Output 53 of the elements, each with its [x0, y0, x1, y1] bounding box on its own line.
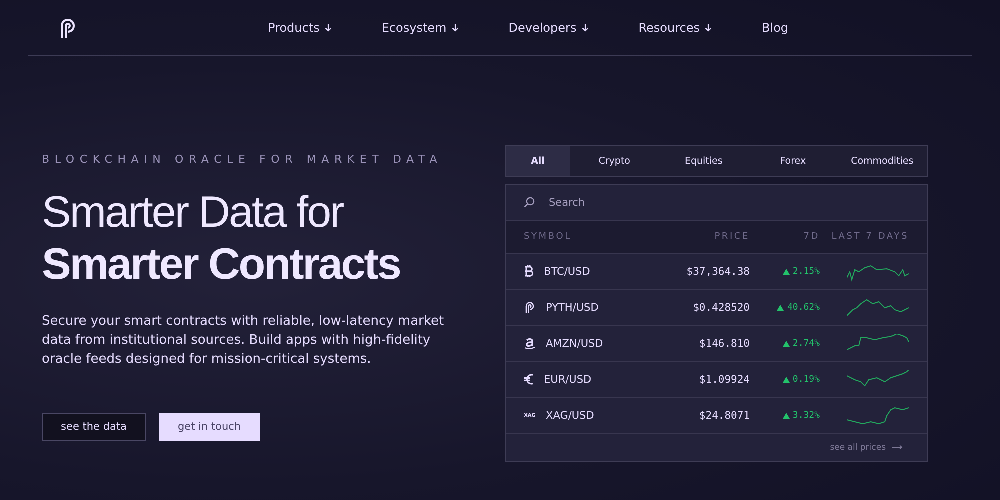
headline: Smarter Data for	[42, 188, 345, 238]
letter-a-icon	[524, 337, 536, 350]
contact-button[interactable]: get in touch	[159, 413, 260, 441]
eyebrow-text: BLOCKCHAIN ORACLE FOR MARKET DATA	[42, 153, 444, 166]
up-triangle-icon	[777, 304, 784, 310]
nav-link[interactable]: Ecosystem	[382, 20, 459, 34]
column-header: 7D	[802, 232, 820, 242]
right-arrow-icon	[892, 445, 903, 450]
symbol-text: XAG/USD	[546, 410, 594, 422]
change-text: 2.74%	[792, 338, 820, 348]
bitcoin-icon	[524, 265, 534, 278]
nav-link[interactable]: Products	[268, 20, 332, 34]
headline: Smarter Contracts	[42, 240, 402, 290]
search-field[interactable]: Search	[547, 196, 851, 210]
symbol-text: BTC/USD	[544, 266, 590, 278]
up-triangle-icon	[782, 412, 790, 418]
nav-link[interactable]: Developers	[508, 20, 589, 34]
sparkline-drawing	[847, 298, 909, 318]
up-triangle-icon	[782, 268, 790, 274]
price-text: $24.8071	[698, 410, 750, 422]
nav-link[interactable]: Blog	[762, 20, 789, 34]
logo-icon[interactable]	[58, 16, 78, 38]
data-button[interactable]: see the data	[42, 413, 146, 441]
search-icon	[524, 197, 535, 208]
filter-tab[interactable]: Equities	[659, 146, 748, 176]
column-header: SYMBOL	[524, 232, 573, 242]
up-triangle-icon	[782, 376, 790, 382]
change-text: 2.15%	[792, 266, 820, 276]
up-triangle-icon	[782, 340, 790, 346]
euro-icon	[524, 373, 534, 386]
change-text: 40.62%	[787, 302, 820, 312]
see-all-link[interactable]: see all prices	[830, 442, 886, 452]
sparkline-drawing	[847, 370, 909, 390]
price-text: $1.09924	[698, 374, 750, 386]
logo-icon	[524, 301, 536, 314]
price-text: $146.810	[698, 338, 750, 350]
sparkline-drawing	[847, 406, 909, 426]
description-text: Secure your smart contracts with reliable, low-latency market data from institutional sources. Build apps with high-fidelity oracle feeds designed for mission-critical systems.	[42, 313, 446, 369]
filter-tab[interactable]: Forex	[748, 146, 838, 176]
change-text: 3.32%	[792, 410, 820, 420]
filter-tab[interactable]: Commodities	[838, 146, 927, 176]
nav-link[interactable]: Resources	[638, 20, 712, 34]
change-text: 0.19%	[792, 374, 820, 384]
price-text: $0.428520	[692, 302, 750, 314]
filter-tab[interactable]: Crypto	[570, 146, 660, 176]
symbol-text: EUR/USD	[544, 374, 592, 386]
symbol-text: PYTH/USD	[546, 302, 599, 314]
column-header: LAST 7 DAYS	[830, 232, 909, 242]
filter-tab[interactable]: All	[506, 146, 570, 176]
price-text: $37,364.38	[686, 266, 750, 278]
column-header: PRICE	[714, 232, 750, 242]
sparkline-drawing	[847, 334, 909, 354]
symbol-text: AMZN/USD	[546, 338, 604, 350]
